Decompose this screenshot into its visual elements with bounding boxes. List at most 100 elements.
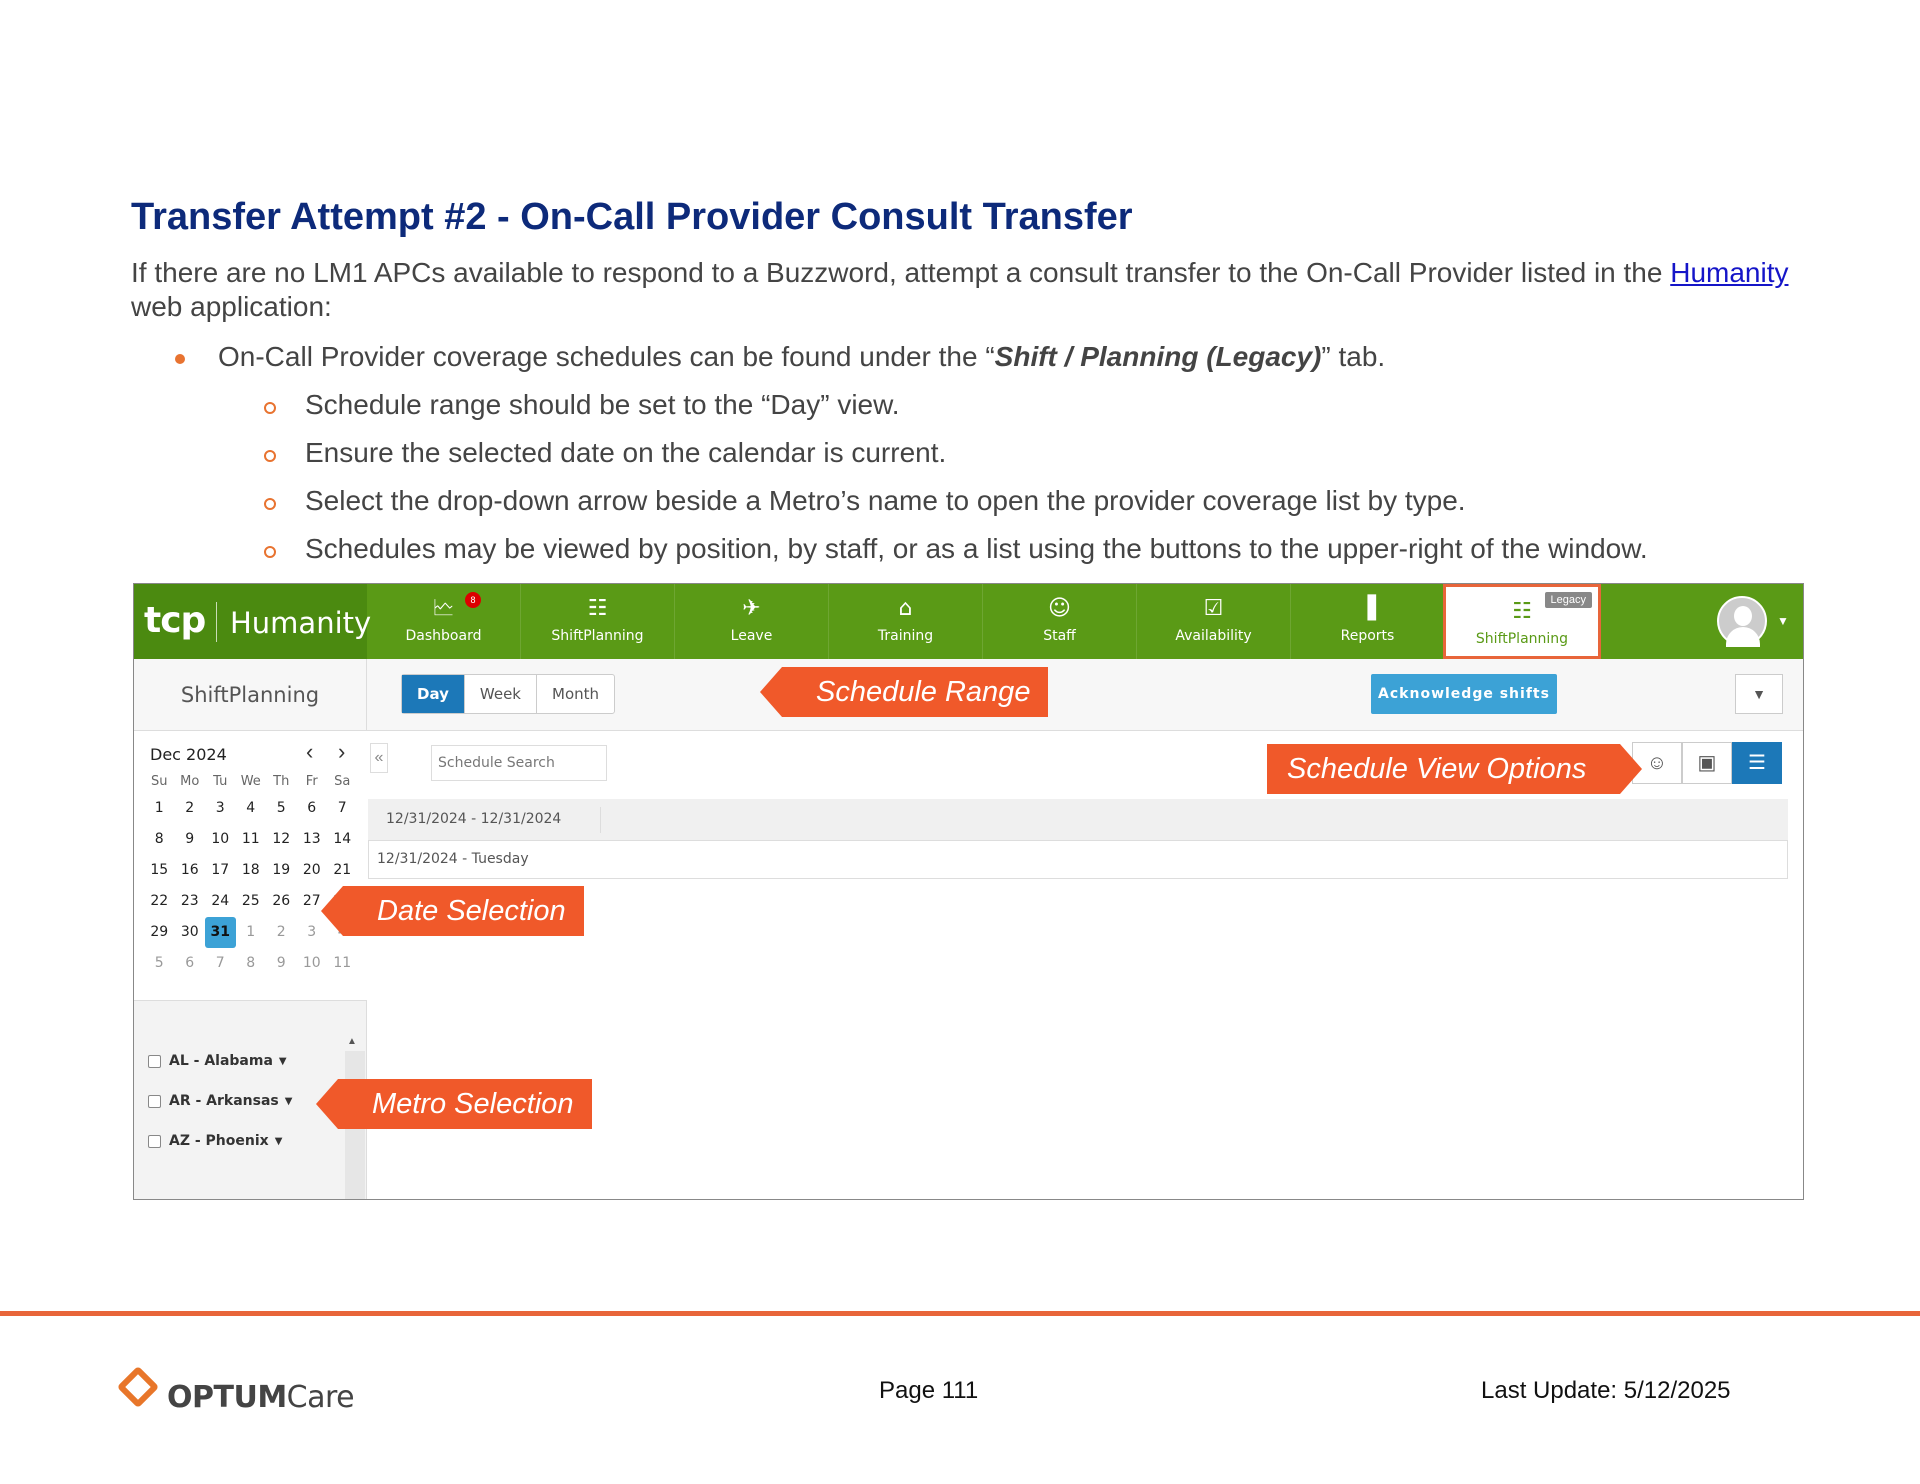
calendar-day[interactable]: 11: [327, 948, 358, 979]
chevron-left-icon[interactable]: ‹: [306, 739, 313, 765]
calendar-day[interactable]: 19: [266, 855, 297, 886]
chevron-right-icon[interactable]: ›: [338, 739, 345, 765]
calendar-day[interactable]: 2: [175, 793, 206, 824]
nav-label: Dashboard: [405, 628, 482, 644]
nav-shiftplanning[interactable]: ☷ ShiftPlanning: [521, 584, 675, 659]
calendar-weekday: Fr: [305, 774, 318, 789]
calendar-day[interactable]: 5: [144, 948, 175, 979]
calendar-day[interactable]: 7: [327, 793, 358, 824]
calendar-day[interactable]: 13: [297, 824, 328, 855]
avatar-body: [1726, 627, 1760, 647]
schedule-search-input[interactable]: Schedule Search: [431, 745, 607, 781]
calendar-day[interactable]: 1: [236, 917, 267, 948]
calendar-day[interactable]: 21: [327, 855, 358, 886]
calendar-day[interactable]: 22: [144, 886, 175, 917]
mini-calendar: Dec 2024 ‹ › Su Mo Tu We Th Fr Sa 1 2 3 4 5 6 7 8 9 10 11…: [134, 731, 367, 1001]
calendar-day[interactable]: 17: [205, 855, 236, 886]
metro-label: AR - Arkansas: [169, 1093, 279, 1109]
caret-down-icon[interactable]: ▼: [285, 1096, 293, 1107]
calendar-weekday: Th: [273, 774, 290, 789]
calendar-day[interactable]: 15: [144, 855, 175, 886]
calendar-day[interactable]: 3: [205, 793, 236, 824]
range-month-button[interactable]: Month: [537, 675, 614, 713]
calendar-day[interactable]: 16: [175, 855, 206, 886]
calendar-grid: Su Mo Tu We Th Fr Sa 1 2 3 4 5 6 7 8 9 10 11 12 13 14 15 16 17 1…: [144, 771, 358, 979]
id-card-icon: ▣: [1697, 752, 1717, 774]
nav-label: Availability: [1175, 628, 1252, 644]
view-by-position-button[interactable]: ▣: [1682, 742, 1732, 784]
calendar-weekday: Mo: [180, 774, 200, 789]
caret-down-icon[interactable]: ▼: [279, 1056, 287, 1067]
metro-checkbox[interactable]: [148, 1134, 161, 1148]
humanity-screenshot: tcp Humanity 🗠 Dashboard 8 ☷ ShiftPlanni…: [133, 583, 1804, 1200]
metro-item-alabama[interactable]: AL - Alabama ▼: [134, 1041, 354, 1081]
sub-bullet-ring-icon: [264, 402, 276, 414]
calendar-day[interactable]: 12: [266, 824, 297, 855]
callout-metro-selection: Metro Selection: [316, 1079, 592, 1129]
calendar-day[interactable]: 26: [266, 886, 297, 917]
grid-icon: ☷: [587, 596, 608, 621]
nav-label: Staff: [1043, 628, 1076, 644]
calendar-day[interactable]: 1: [144, 793, 175, 824]
person-icon: ☺: [1048, 596, 1071, 621]
caret-down-icon[interactable]: ▼: [275, 1136, 283, 1147]
calendar-day[interactable]: 4: [236, 793, 267, 824]
calendar-day[interactable]: 20: [297, 855, 328, 886]
nav-staff[interactable]: ☺ Staff: [983, 584, 1137, 659]
calendar-day[interactable]: 30: [175, 917, 206, 948]
page-number: Page 111: [879, 1377, 979, 1404]
humanity-link[interactable]: Humanity: [1670, 257, 1788, 288]
range-week-button[interactable]: Week: [465, 675, 537, 713]
nav-availability[interactable]: ☑ Availability: [1137, 584, 1291, 659]
calendar-day[interactable]: 10: [297, 948, 328, 979]
calendar-day[interactable]: 24: [205, 886, 236, 917]
calendar-day[interactable]: 9: [266, 948, 297, 979]
metro-checkbox[interactable]: [148, 1094, 161, 1108]
calendar-day[interactable]: 2: [266, 917, 297, 948]
calendar-day[interactable]: 8: [144, 824, 175, 855]
calendar-day[interactable]: 23: [175, 886, 206, 917]
last-update: Last Update: 5/12/2025: [1481, 1377, 1731, 1404]
sub-bullet-text: Schedules may be viewed by position, by …: [305, 533, 1648, 564]
date-range-header: 12/31/2024 - 12/31/2024: [368, 799, 1788, 841]
brand-logo[interactable]: tcp Humanity: [134, 584, 371, 659]
nav-reports[interactable]: ▐ Reports: [1291, 584, 1445, 659]
calendar-day[interactable]: 29: [144, 917, 175, 948]
nav-training[interactable]: ⌂ Training: [829, 584, 983, 659]
calendar-day[interactable]: 11: [236, 824, 267, 855]
callout-schedule-range: Schedule Range: [759, 667, 1049, 717]
more-options-dropdown[interactable]: ▼: [1735, 674, 1783, 714]
nav-leave[interactable]: ✈ Leave: [675, 584, 829, 659]
range-day-button[interactable]: Day: [402, 675, 465, 713]
header-divider: [600, 807, 601, 833]
nav-label: Reports: [1340, 628, 1395, 644]
nav-shiftplanning-legacy[interactable]: Legacy ☷ ShiftPlanning: [1443, 584, 1601, 659]
calendar-day[interactable]: 14: [327, 824, 358, 855]
calendar-day[interactable]: 18: [236, 855, 267, 886]
section-title: ShiftPlanning: [134, 659, 367, 731]
rocket-icon: ✈: [742, 596, 761, 621]
user-avatar[interactable]: [1717, 596, 1767, 647]
calendar-day[interactable]: 6: [175, 948, 206, 979]
calendar-day[interactable]: 25: [236, 886, 267, 917]
calendar-day[interactable]: 9: [175, 824, 206, 855]
calendar-day[interactable]: 7: [205, 948, 236, 979]
view-list-button[interactable]: ☰: [1732, 742, 1782, 784]
calendar-day[interactable]: 8: [236, 948, 267, 979]
calendar-day[interactable]: 10: [205, 824, 236, 855]
metro-checkbox[interactable]: [148, 1054, 161, 1068]
chevron-down-icon[interactable]: ▼: [1777, 614, 1789, 628]
day-row[interactable]: 12/31/2024 - Tuesday: [368, 841, 1788, 879]
calendar-weekday: Su: [151, 774, 168, 789]
nav-dashboard[interactable]: 🗠 Dashboard 8: [367, 584, 521, 659]
caret-down-icon: ▼: [1752, 686, 1766, 702]
collapse-sidebar-icon[interactable]: «: [370, 743, 388, 773]
calendar-day[interactable]: 5: [266, 793, 297, 824]
intro-text-after: web application:: [131, 291, 332, 322]
calendar-day[interactable]: 6: [297, 793, 328, 824]
calendar-day-selected[interactable]: 31: [205, 917, 236, 948]
date-range-label: 12/31/2024 - 12/31/2024: [386, 811, 562, 827]
tcp-logo-text: tcp: [144, 600, 206, 641]
sub-bullet-text: Ensure the selected date on the calendar…: [305, 437, 947, 468]
acknowledge-shifts-button[interactable]: Acknowledge shifts: [1371, 674, 1557, 714]
